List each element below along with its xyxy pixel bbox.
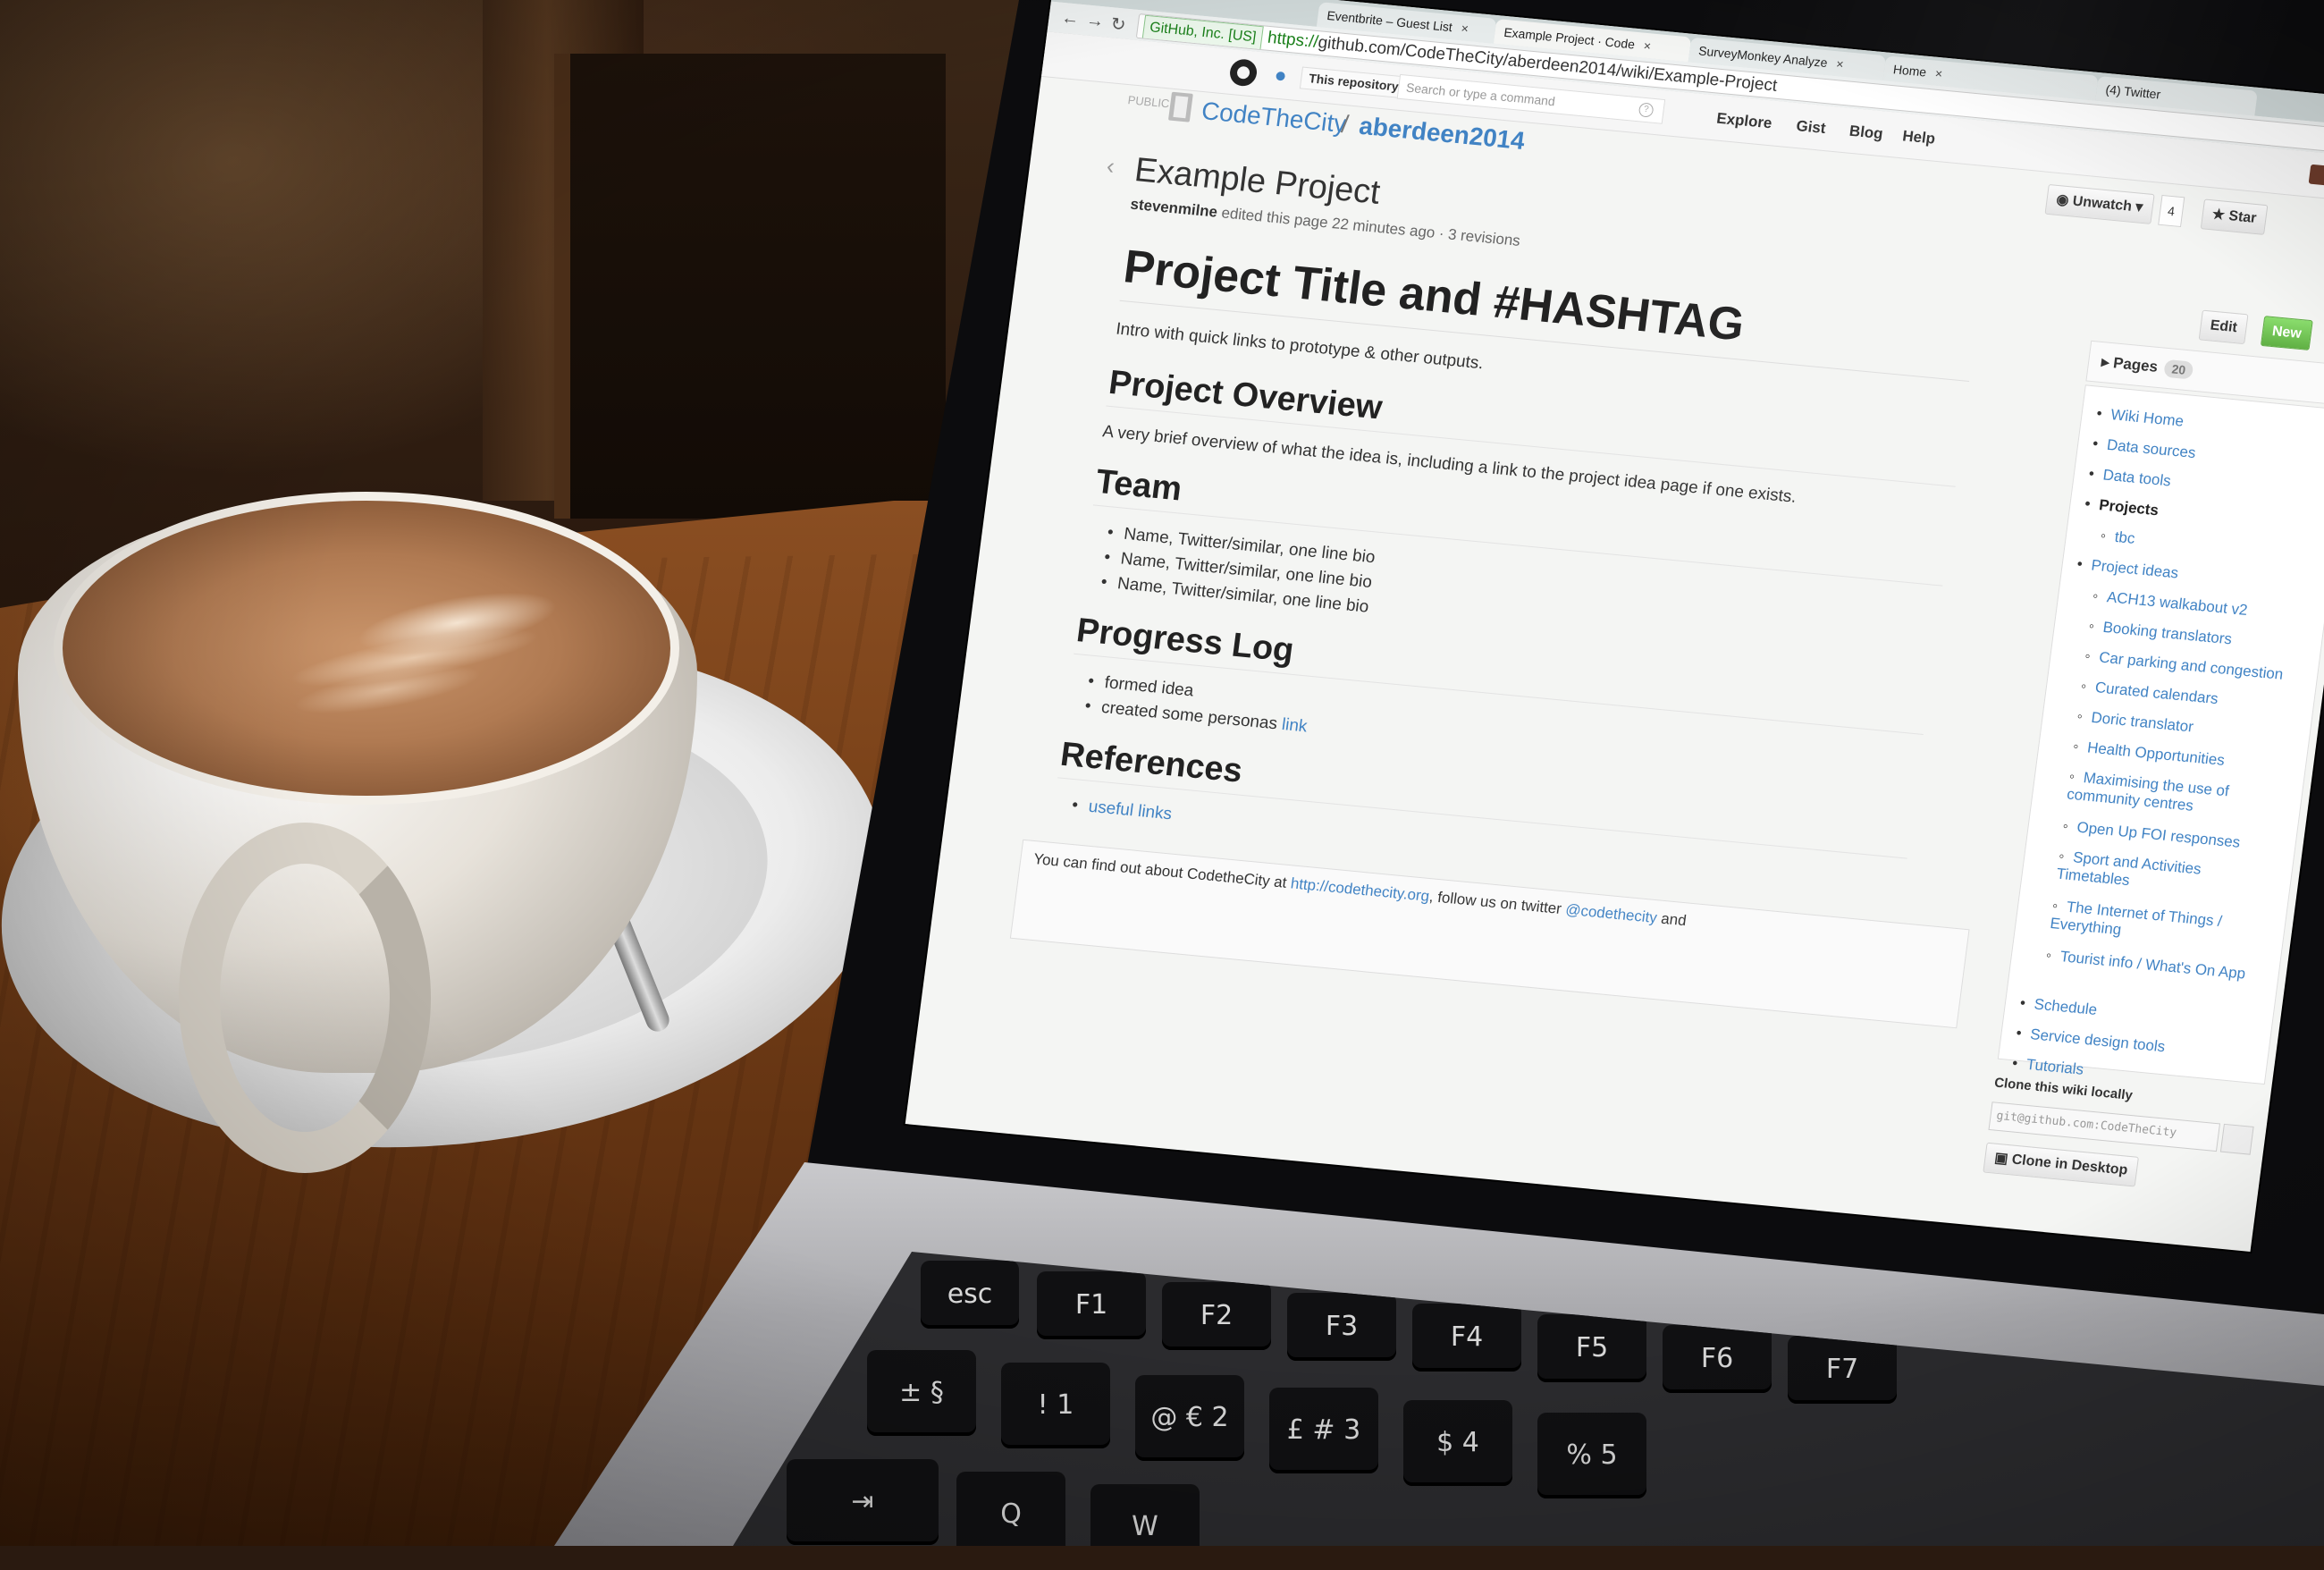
sidebar-page-link[interactable]: Booking translators [2088, 617, 2234, 648]
cup-handle [179, 823, 431, 1173]
key-f2[interactable]: F2 [1162, 1282, 1271, 1350]
sidebar-page-link[interactable]: ACH13 walkabout v2 [2092, 587, 2249, 620]
edit-button[interactable]: Edit [2198, 309, 2249, 345]
progress-item: created some personas link [1083, 696, 1309, 737]
sidebar-page-link[interactable]: Wiki Home [2095, 405, 2185, 431]
key-f1[interactable]: F1 [1037, 1271, 1146, 1339]
avatar[interactable] [2308, 164, 2324, 186]
personas-link[interactable]: link [1281, 715, 1309, 736]
key-f5[interactable]: F5 [1537, 1314, 1646, 1382]
reload-icon[interactable]: ↻ [1109, 13, 1127, 36]
sidebar-page-link[interactable]: Open Up FOI responses [2061, 817, 2241, 852]
key-5[interactable]: % 5 [1537, 1413, 1646, 1498]
repo-visibility-label: PUBLIC [1126, 93, 1171, 111]
key-f7[interactable]: F7 [1788, 1336, 1897, 1404]
notification-dot-icon[interactable] [1276, 71, 1286, 81]
sidebar-page-link[interactable]: Service design tools [2015, 1025, 2166, 1057]
clone-in-desktop-button[interactable]: ▣ Clone in Desktop [1983, 1142, 2140, 1187]
key-f3[interactable]: F3 [1287, 1293, 1396, 1361]
nav-blog[interactable]: Blog [1848, 122, 1884, 143]
sidebar-page-link[interactable]: Projects [2084, 495, 2160, 520]
key-1[interactable]: ! 1 [1001, 1363, 1110, 1448]
back-arrow-icon[interactable]: ← [1060, 8, 1081, 30]
repo-owner-link[interactable]: CodeTheCity [1200, 97, 1348, 139]
close-icon[interactable]: × [1835, 56, 1844, 72]
watch-count[interactable]: 4 [2158, 194, 2185, 228]
key-tab[interactable]: ⇥ [787, 1459, 939, 1545]
nav-explore[interactable]: Explore [1715, 110, 1772, 133]
key-2[interactable]: @ € 2 [1135, 1375, 1244, 1461]
nav-gist[interactable]: Gist [1795, 117, 1827, 138]
desktop-icon: ▣ [1993, 1150, 2013, 1168]
sidebar-page-link[interactable]: Car parking and congestion [2084, 647, 2284, 684]
key-3[interactable]: £ # 3 [1269, 1388, 1378, 1473]
progress-item: formed idea [1087, 671, 1194, 701]
author-link[interactable]: stevenmilne [1129, 196, 1218, 221]
key-4[interactable]: $ 4 [1403, 1400, 1512, 1486]
key-q[interactable]: Q [956, 1472, 1065, 1546]
useful-links-link[interactable]: useful links [1087, 798, 1173, 824]
sidebar-page-link[interactable]: Tutorials [2011, 1054, 2084, 1078]
chevron-left-icon[interactable]: ‹ [1105, 152, 1116, 181]
key-section[interactable]: ± § [867, 1350, 976, 1436]
star-button[interactable]: ★ Star [2200, 198, 2269, 235]
close-icon[interactable]: × [1643, 38, 1652, 54]
sidebar-page-link[interactable]: The Internet of Things / Everything [2049, 897, 2266, 952]
wiki-content: Project Title and #HASHTAG Intro with qu… [986, 238, 2057, 1214]
clone-label: Clone this wiki locally [1993, 1075, 2134, 1103]
forward-arrow-icon[interactable]: → [1085, 11, 1106, 33]
key-f4[interactable]: F4 [1412, 1304, 1521, 1372]
url-scheme: https:// [1266, 28, 1320, 52]
unwatch-button[interactable]: ◉ Unwatch ▾ [2044, 183, 2155, 224]
sidebar-page-link[interactable]: Data tools [2088, 465, 2172, 490]
dark-shelf [554, 54, 946, 519]
clone-url-input[interactable]: git@github.com:CodeTheCity [1988, 1102, 2221, 1152]
reference-item: useful links [1071, 796, 1173, 824]
key-w[interactable]: W [1090, 1484, 1200, 1546]
wiki-footer: You can find out about CodetheCity at ht… [1009, 839, 1970, 1029]
clipboard-icon[interactable] [2219, 1123, 2254, 1155]
key-f6[interactable]: F6 [1663, 1325, 1772, 1393]
sidebar-page-link[interactable]: Doric translator [2076, 707, 2194, 736]
sidebar-page-link[interactable]: Tourist info / What's On App [2045, 947, 2260, 984]
sidebar-page-link[interactable]: tbc [2100, 527, 2136, 547]
references-heading: References [1057, 735, 1913, 859]
sidebar-page-link[interactable]: Curated calendars [2080, 678, 2219, 708]
nav-help[interactable]: Help [1901, 127, 1936, 148]
close-icon[interactable]: × [1934, 66, 1943, 81]
pages-count-badge: 20 [2163, 359, 2194, 380]
sidebar-page-link[interactable]: Maximising the use of community centres [2066, 768, 2283, 823]
github-octocat-icon[interactable] [1228, 57, 1259, 88]
sidebar-page-link[interactable]: Project ideas [2076, 555, 2179, 583]
key-esc[interactable]: esc [921, 1261, 1019, 1329]
sidebar-page-link[interactable]: Data sources [2092, 435, 2197, 462]
laptop-screen: Eventbrite – Guest List × Example Project… [905, 0, 2324, 1252]
close-icon[interactable]: × [1461, 21, 1469, 36]
sidebar-page-link[interactable]: Sport and Activities Timetables [2056, 848, 2273, 903]
sidebar-page-link[interactable]: Health Opportunities [2072, 738, 2226, 770]
sidebar-page-link[interactable]: Schedule [2019, 994, 2099, 1019]
codethecity-url-link[interactable]: http://codethecity.org [1290, 874, 1430, 905]
pages-list: Wiki Home Data sources Data tools Projects t… [1997, 384, 2324, 1085]
repo-book-icon [1167, 91, 1193, 122]
new-page-button[interactable]: New [2260, 316, 2313, 350]
twitter-handle-link[interactable]: @codethecity [1564, 901, 1658, 927]
